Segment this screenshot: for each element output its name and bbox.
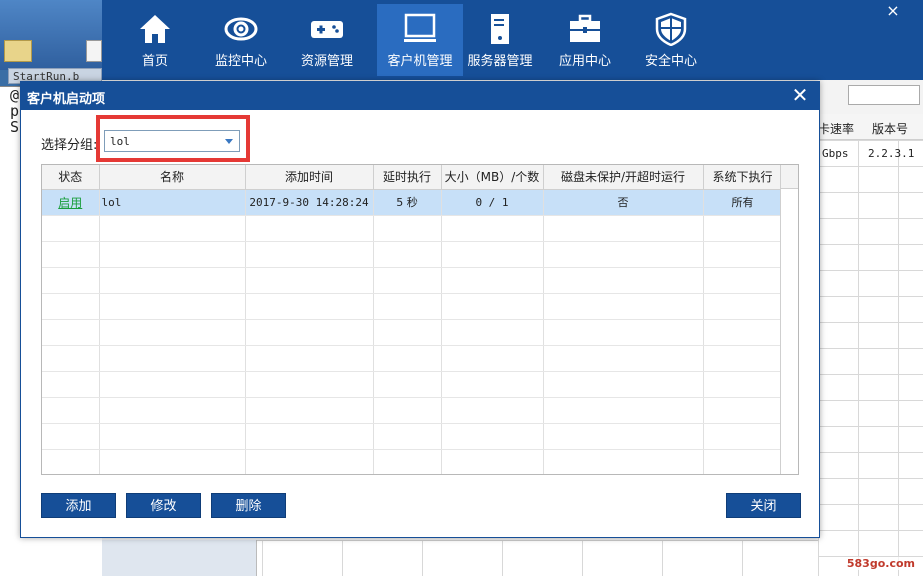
edit-button[interactable]: 修改 (126, 493, 201, 518)
server-icon (491, 14, 509, 44)
nav-application-center[interactable]: 应用中心 (542, 4, 628, 76)
group-select-label: 选择分组: (41, 138, 98, 153)
nav-label: 资源管理 (300, 54, 353, 69)
folder-icon[interactable] (4, 40, 32, 62)
background-sidebar-bottom (102, 540, 257, 576)
client-startup-dialog: 客户机启动项 ✕ 选择分组: lol 状态 名称 添加时间 延时执行 大小（MB… (20, 81, 820, 538)
empty-row (42, 449, 783, 474)
close-button[interactable]: 关闭 (726, 493, 801, 518)
background-table-header: 卡速率 版本号 (818, 114, 923, 140)
column-header-delay[interactable]: 延时执行 (373, 165, 442, 190)
cell-status-link[interactable]: 启用 (42, 189, 100, 216)
nav-label: 客户机管理 (387, 54, 453, 69)
nav-label: 安全中心 (644, 54, 697, 69)
background-column-version: 版本号 (872, 122, 909, 136)
nav-label: 服务器管理 (467, 54, 533, 69)
table-header-row: 状态 名称 添加时间 延时执行 大小（MB）/个数 磁盘未保护/开超时运行 系统… (42, 165, 783, 190)
group-select[interactable]: lol (104, 130, 240, 152)
column-header-added-time[interactable]: 添加时间 (245, 165, 374, 190)
empty-row (42, 241, 783, 268)
cell-added-time: 2017-9-30 14:28:24 (245, 189, 374, 216)
nav-resource-management[interactable]: 资源管理 (284, 4, 370, 76)
empty-row (42, 267, 783, 294)
nav-monitor-center[interactable]: 监控中心 (198, 4, 284, 76)
nav-label: 应用中心 (558, 54, 611, 69)
shield-icon (655, 12, 687, 46)
nav-security-center[interactable]: 安全中心 (628, 4, 714, 76)
nav-server-management[interactable]: 服务器管理 (457, 4, 543, 76)
nav-label: 首页 (141, 54, 168, 69)
cell-system: 所有 (703, 189, 783, 216)
app-header: 首页 监控中心 资源管理 客户机管理 服务器管理 应用中心 安全中心 × (102, 0, 923, 80)
column-header-size-count[interactable]: 大小（MB）/个数 (441, 165, 544, 190)
empty-row (42, 319, 783, 346)
empty-row (42, 345, 783, 372)
dialog-close-icon[interactable]: ✕ (789, 84, 811, 106)
column-header-name[interactable]: 名称 (99, 165, 246, 190)
background-table (818, 114, 923, 576)
column-header-disk-timeout[interactable]: 磁盘未保护/开超时运行 (543, 165, 704, 190)
empty-row (42, 423, 783, 450)
empty-row (42, 293, 783, 320)
toolbox-icon (570, 14, 600, 42)
background-cell-speed: Gbps (822, 147, 849, 160)
cell-name: lol (99, 189, 246, 216)
document-icon[interactable] (86, 40, 102, 62)
nav-home[interactable]: 首页 (112, 4, 198, 76)
delete-button[interactable]: 删除 (211, 493, 286, 518)
empty-row (42, 371, 783, 398)
monitor-icon (404, 13, 436, 42)
add-button[interactable]: 添加 (41, 493, 116, 518)
background-column-speed: 卡速率 (818, 122, 855, 136)
window-close-button[interactable]: × (883, 2, 903, 22)
nav-client-management[interactable]: 客户机管理 (377, 4, 463, 76)
nav-label: 监控中心 (214, 54, 267, 69)
chevron-down-icon[interactable] (225, 139, 233, 144)
group-select-value: lol (110, 135, 130, 148)
cell-delay: 5 秒 (373, 189, 442, 216)
dialog-title: 客户机启动项 (27, 92, 106, 107)
column-header-system[interactable]: 系统下执行 (703, 165, 783, 190)
startup-items-table: 状态 名称 添加时间 延时执行 大小（MB）/个数 磁盘未保护/开超时运行 系统… (41, 164, 799, 475)
dialog-titlebar[interactable]: 客户机启动项 ✕ (21, 82, 819, 110)
gamepad-icon (311, 21, 343, 38)
table-row[interactable]: 启用 lol 2017-9-30 14:28:24 5 秒 0 / 1 否 所有 (42, 189, 783, 216)
eye-icon (224, 17, 258, 41)
background-cell-version: 2.2.3.1 (868, 147, 915, 160)
table-scrollbar-area[interactable] (780, 165, 798, 474)
cell-disk-timeout: 否 (543, 189, 704, 216)
column-header-status[interactable]: 状态 (42, 165, 100, 190)
cell-size-count: 0 / 1 (441, 189, 544, 216)
home-icon (140, 15, 170, 43)
empty-row (42, 397, 783, 424)
watermark: 583go.com (844, 557, 917, 570)
empty-row (42, 215, 783, 242)
background-search-input[interactable] (848, 85, 920, 105)
